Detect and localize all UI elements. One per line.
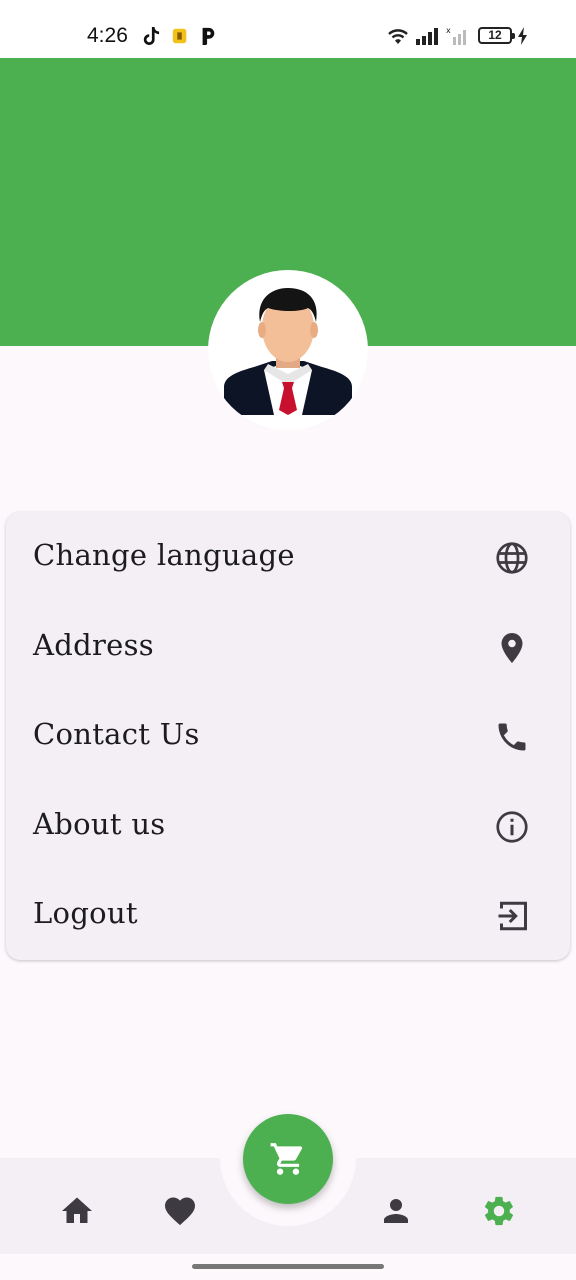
home-icon[interactable] <box>59 1193 95 1229</box>
logout-icon <box>498 902 527 931</box>
svg-text:x: x <box>446 26 451 35</box>
menu-item-label: About us <box>33 806 166 841</box>
profile-avatar[interactable] <box>208 270 368 430</box>
status-bar: 4:26 x 12 <box>0 0 576 58</box>
notification-app-icon <box>172 28 187 44</box>
battery-level: 12 <box>488 28 502 42</box>
menu-item-label: Logout <box>33 896 138 931</box>
charging-icon <box>518 27 527 45</box>
signal-icon <box>416 28 438 45</box>
person-icon[interactable] <box>378 1193 414 1229</box>
battery-icon: 12 <box>478 27 515 44</box>
menu-item-logout[interactable]: Logout <box>6 870 570 960</box>
menu-item-address[interactable]: Address <box>6 602 570 692</box>
cart-fab-button[interactable] <box>243 1114 333 1204</box>
location-pin-icon <box>501 632 523 663</box>
heart-icon[interactable] <box>162 1193 198 1229</box>
menu-item-label: Change language <box>33 538 295 572</box>
info-icon <box>496 811 528 843</box>
menu-item-label: Contact Us <box>33 717 200 752</box>
pandora-icon <box>202 27 215 45</box>
home-indicator-bar[interactable] <box>192 1264 384 1269</box>
avatar-illustration <box>224 288 352 415</box>
cart-icon <box>270 1143 303 1175</box>
menu-item-contact-us[interactable]: Contact Us <box>6 691 570 781</box>
menu-item-about-us[interactable]: About us <box>6 781 570 871</box>
menu-item-change-language[interactable]: Change language <box>6 512 570 602</box>
settings-icon[interactable] <box>481 1193 517 1229</box>
tiktok-icon <box>143 27 160 45</box>
settings-menu-card: Change language Address Contact Us About… <box>6 512 570 960</box>
globe-icon <box>496 542 528 574</box>
signal-no-service-icon: x <box>446 26 466 45</box>
wifi-icon <box>388 29 408 44</box>
phone-icon <box>498 723 526 751</box>
menu-item-label: Address <box>33 627 154 662</box>
status-time: 4:26 <box>87 24 128 47</box>
